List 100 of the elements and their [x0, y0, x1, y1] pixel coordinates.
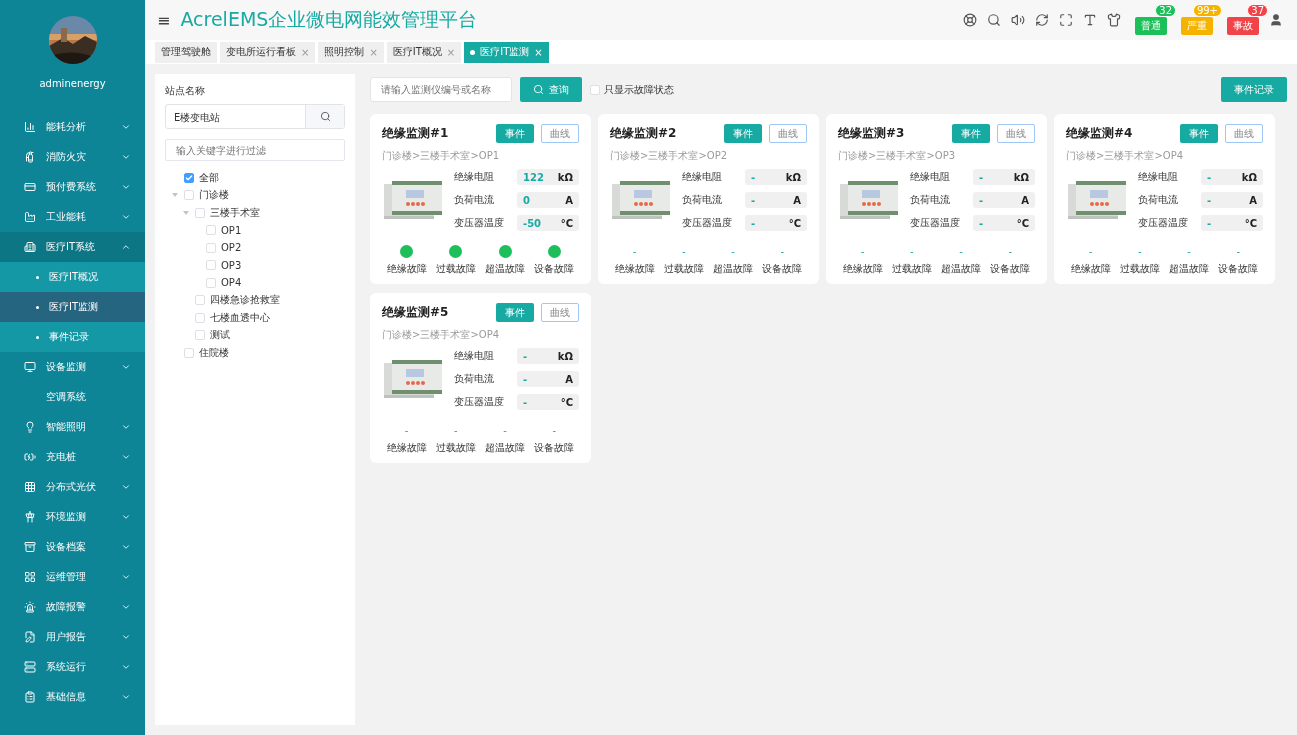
tree-item-label[interactable]: OP2 [221, 242, 242, 254]
refresh-icon[interactable] [1035, 13, 1049, 27]
status-value: - [959, 246, 963, 257]
nav-item[interactable]: 能耗分析 [0, 112, 145, 142]
filter-field[interactable]: 输入关键字进行过滤 [165, 139, 345, 161]
nav-item[interactable]: 医疗IT系统 [0, 232, 145, 262]
reading-field: - A [745, 192, 807, 208]
alarm-button[interactable]: 普通 [1135, 17, 1167, 35]
event-button[interactable]: 事件 [1180, 124, 1218, 143]
tower-icon [24, 511, 36, 523]
fault-label: 过载故障 [435, 441, 476, 455]
nav-item[interactable]: 基础信息 [0, 682, 145, 712]
nav-item[interactable]: 设备监测 [0, 352, 145, 382]
speaker-icon[interactable] [1011, 13, 1025, 27]
alarm-button[interactable]: 事故 [1227, 17, 1259, 35]
tree-item-label[interactable]: 住院楼 [199, 345, 229, 360]
status-value: - [731, 246, 735, 257]
tab[interactable]: 医疗IT概况 × [386, 41, 462, 63]
tree-item-label[interactable]: 门诊楼 [199, 188, 229, 203]
nav-item[interactable]: 工业能耗 [0, 202, 145, 232]
search-icon[interactable] [319, 111, 331, 122]
status-value: - [1008, 246, 1013, 257]
fullscreen-icon[interactable] [1059, 13, 1073, 27]
search-icon [533, 84, 544, 95]
chart-icon [24, 121, 36, 133]
nav-item[interactable]: 充电桩 [0, 442, 145, 472]
reading-field: - °C [1201, 215, 1263, 231]
reading-field: - A [973, 192, 1035, 208]
tree-item-label[interactable]: 测试 [210, 328, 230, 343]
chevron-down-icon [121, 542, 131, 552]
caret-icon[interactable] [182, 208, 190, 217]
tree-item-label[interactable]: 全部 [199, 170, 219, 185]
tree-item-label[interactable]: OP4 [221, 277, 242, 289]
curve-button[interactable]: 曲线 [541, 303, 579, 322]
fault-label: 设备故障 [762, 262, 803, 276]
location-path: 门诊楼>三楼手术室>OP4 [382, 328, 501, 342]
query-button[interactable]: 查询 [520, 77, 582, 102]
status-value: - [682, 246, 686, 257]
tree-item-label[interactable]: 七楼血透中心 [210, 310, 270, 325]
fault-label: 设备故障 [534, 262, 575, 276]
font-icon[interactable] [1083, 13, 1097, 27]
fault-label: 过载故障 [891, 262, 932, 276]
nav-item[interactable]: 消防火灾 [0, 142, 145, 172]
fault-label: 超温故障 [485, 441, 526, 455]
nav-item[interactable]: 智能照明 [0, 412, 145, 442]
event-button[interactable]: 事件 [952, 124, 990, 143]
status-value: - [1138, 246, 1142, 257]
event-button[interactable]: 事件 [496, 303, 534, 322]
tree-item-label[interactable]: 四楼急诊抢救室 [210, 293, 280, 308]
tab[interactable]: 照明控制 × [318, 41, 384, 63]
card-title: 绝缘监测#1 [382, 125, 450, 142]
reading-label: 负荷电流 [454, 193, 495, 207]
event-button[interactable]: 事件 [496, 124, 534, 143]
nav-item[interactable]: 空调系统 [0, 382, 145, 412]
reading-field: -50 °C [517, 215, 579, 231]
menu-toggle[interactable]: ≡ [157, 10, 171, 30]
search-icon[interactable] [987, 13, 1001, 27]
reading-field: - A [1201, 192, 1263, 208]
fault-label: 超温故障 [1169, 262, 1210, 276]
reading-label: 负荷电流 [682, 193, 723, 207]
nav-subitem[interactable]: 医疗IT概况 [0, 262, 145, 292]
tree-item-label[interactable]: OP3 [221, 259, 242, 271]
search-field[interactable]: 请输入监测仪编号或名称 [370, 77, 512, 102]
shirt-icon[interactable] [1107, 13, 1121, 27]
status-value: - [503, 425, 507, 436]
nav-item[interactable]: 环境监测 [0, 502, 145, 532]
curve-button[interactable]: 曲线 [541, 124, 579, 143]
tab[interactable]: 变电所运行看板 × [220, 41, 316, 63]
nav-item[interactable]: 设备档案 [0, 532, 145, 562]
card-title: 绝缘监测#2 [610, 125, 678, 142]
nav-item[interactable]: 分布式光伏 [0, 472, 145, 502]
tab[interactable]: 管理驾驶舱 [155, 41, 217, 63]
curve-button[interactable]: 曲线 [997, 124, 1035, 143]
curve-button[interactable]: 曲线 [1225, 124, 1263, 143]
nav-subitem[interactable]: 医疗IT监测 [0, 292, 145, 322]
fault-label: 超温故障 [713, 262, 754, 276]
nav-subitem[interactable]: 事件记录 [0, 322, 145, 352]
event-button[interactable]: 事件 [724, 124, 762, 143]
nav-item[interactable]: 故障报警 [0, 592, 145, 622]
lifebuoy-icon[interactable] [963, 13, 977, 27]
card-title: 绝缘监测#5 [382, 304, 450, 321]
tree-item-label[interactable]: OP1 [221, 224, 242, 236]
event-log-button[interactable]: 事件记录 [1221, 77, 1287, 102]
fault-label: 绝缘故障 [614, 262, 655, 276]
chevron-down-icon [121, 212, 131, 222]
status-value: - [1187, 246, 1191, 257]
nav-item[interactable]: 用户报告 [0, 622, 145, 652]
user-icon[interactable] [1269, 13, 1283, 27]
nav-item[interactable]: 预付费系统 [0, 172, 145, 202]
status-value: - [910, 246, 914, 257]
checkbox[interactable] [184, 172, 194, 183]
nav-item[interactable]: 系统运行 [0, 652, 145, 682]
fault-label: 绝缘故障 [386, 441, 427, 455]
curve-button[interactable]: 曲线 [769, 124, 807, 143]
reading-label: 变压器温度 [682, 216, 733, 230]
card-icon [24, 181, 36, 193]
nav-item[interactable]: 运维管理 [0, 562, 145, 592]
tab[interactable]: 医疗IT监测 × [464, 41, 549, 63]
site-field[interactable]: E楼变电站 [165, 104, 345, 129]
tree-item-label[interactable]: 三楼手术室 [210, 205, 260, 220]
